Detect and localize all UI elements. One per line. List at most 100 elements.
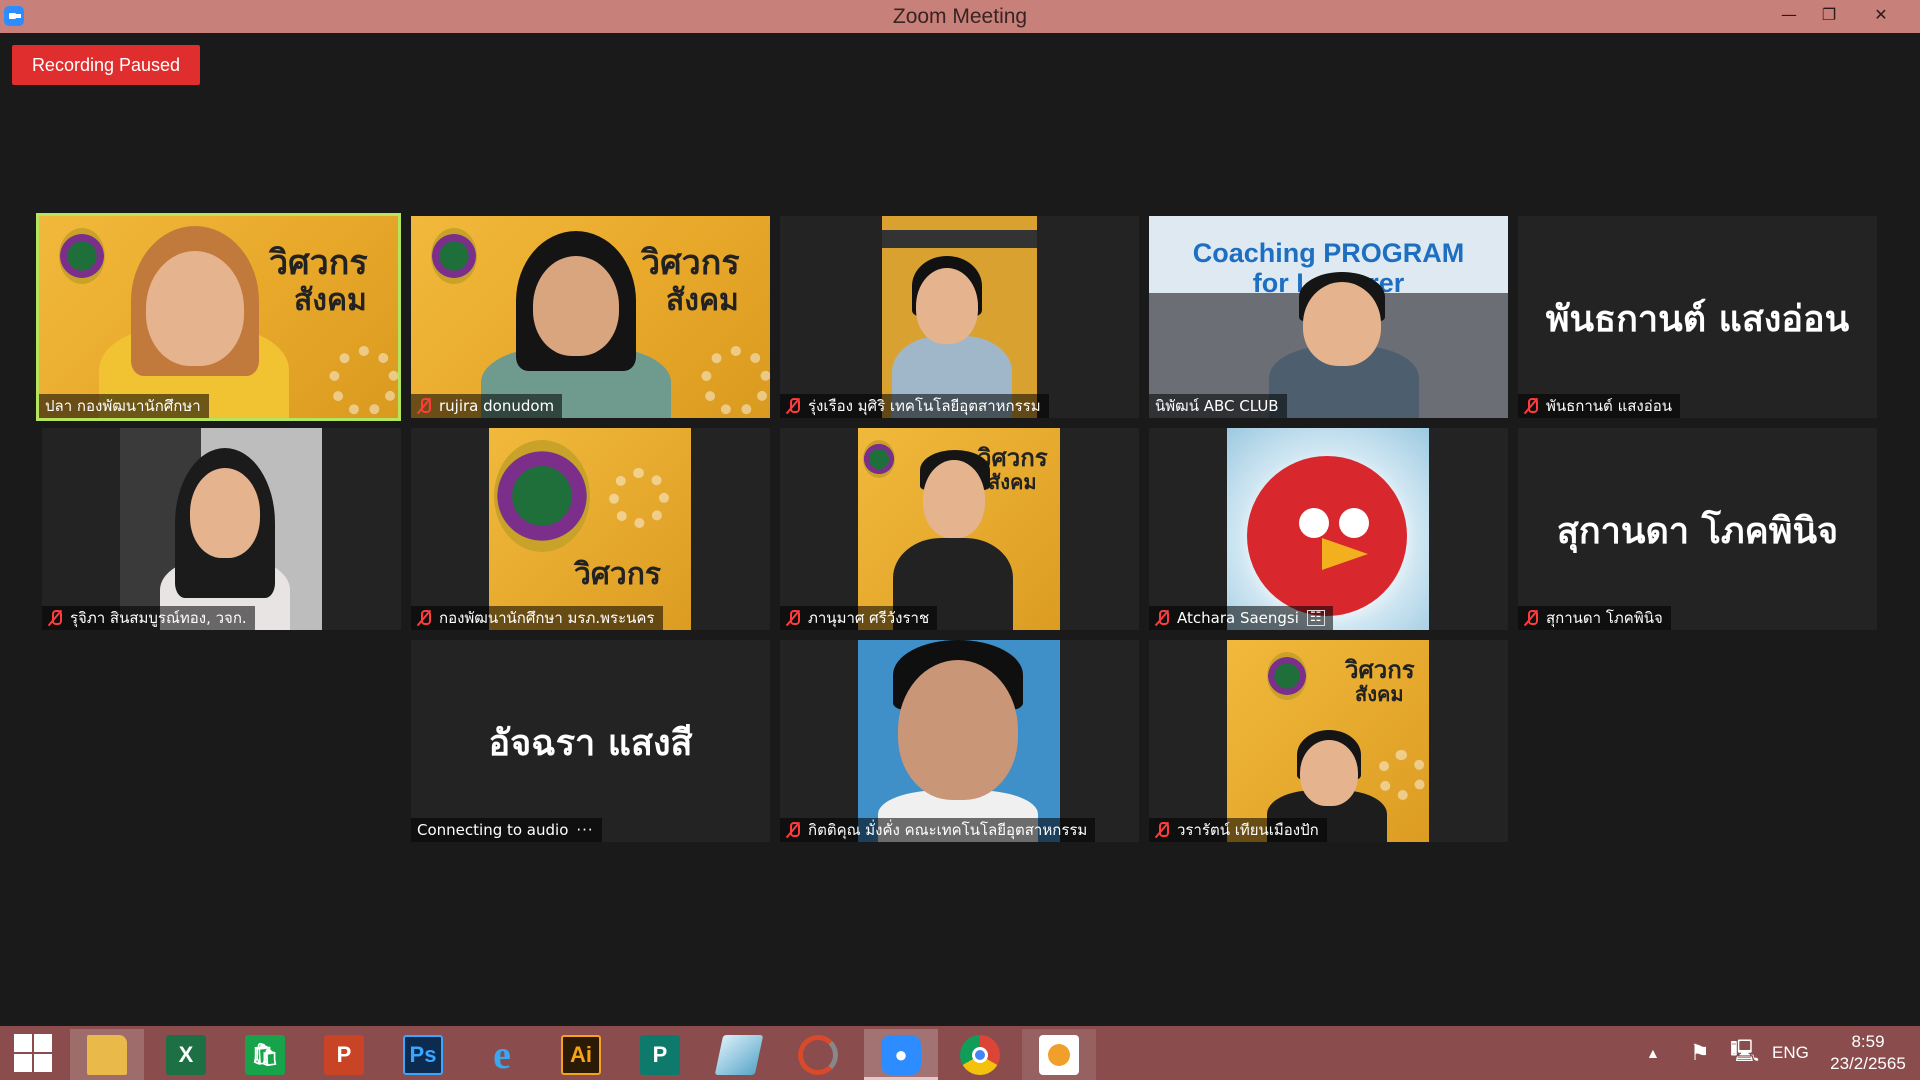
participant-name: กิตติคุณ มั่งคั่ง คณะเทคโนโลยีอุตสาหกรรม (808, 821, 1088, 839)
participant-nametag: กองพัฒนานักศึกษา มรภ.พระนคร (411, 606, 663, 630)
restore-icon[interactable]: ❐ (1806, 0, 1852, 33)
video-tile-5[interactable]: พันธกานต์ แสงอ่อน พันธกานต์ แสงอ่อน (1518, 216, 1877, 418)
video-tile-11[interactable]: อัจฉรา แสงสี Connecting to audio ··· (411, 640, 770, 842)
participant-nametag: ปลา กองพัฒนานักศึกษา (39, 394, 209, 418)
video-tile-2[interactable]: วิศวกร สังคม rujira donudom (411, 216, 770, 418)
taskbar-clock[interactable]: 8:59 23/2/2565 (1818, 1031, 1918, 1075)
brand-line2: สังคม (294, 283, 367, 318)
brand-line1: วิศวกร (269, 243, 368, 283)
zoom-icon: ● (881, 1034, 921, 1075)
hotocape-icon (798, 1034, 838, 1075)
participant-name: Atchara Saengsi (1177, 609, 1299, 627)
university-seal-icon (1267, 652, 1307, 700)
action-center-flag-icon[interactable]: ⚑ (1690, 1026, 1710, 1080)
mic-muted-icon (48, 609, 62, 627)
participant-name: ภานุมาศ ศรีวังราช (808, 609, 930, 627)
taskbar-notes[interactable] (702, 1029, 776, 1080)
mic-muted-icon (786, 821, 800, 839)
brand-line2: สังคม (988, 470, 1037, 494)
close-icon[interactable]: ✕ (1858, 0, 1904, 33)
title-bar: Zoom Meeting — ❐ ✕ (0, 0, 1920, 33)
participant-nametag: rujira donudom (411, 394, 563, 418)
video-tile-8[interactable]: วิศวกร สังคม ภานุมาศ ศรีวังราช (780, 428, 1139, 630)
folder-icon (87, 1034, 127, 1075)
publisher-icon: P (640, 1034, 680, 1075)
university-seal-icon (431, 228, 477, 284)
participant-nametag: Atchara Saengsi ☷ (1149, 606, 1333, 630)
video-tile-7[interactable]: วิศวกร กองพัฒนานักศึกษา มรภ.พระนคร (411, 428, 770, 630)
participant-nametag: สุกานดา โภคพินิจ (1518, 606, 1671, 630)
taskbar-zoom[interactable]: ● (864, 1029, 938, 1080)
video-tile-13[interactable]: วิศวกร สังคม วรารัตน์ เทียนเมืองปัก (1149, 640, 1508, 842)
video-tile-3[interactable]: รุ่งเรือง มุศิริ เทคโนโลยีอุตสาหกรรม (780, 216, 1139, 418)
banner-line1: Coaching PROGRAM (1192, 238, 1465, 268)
windows-start-icon[interactable] (14, 1034, 54, 1074)
taskbar-google-slides[interactable] (1022, 1029, 1096, 1080)
clock-time: 8:59 (1851, 1032, 1885, 1051)
participant-video (120, 428, 322, 630)
show-hidden-icons-icon[interactable]: ▲ (1646, 1026, 1660, 1080)
participant-name: รุจิภา สินสมบูรณ์ทอง, วจก. (70, 609, 247, 627)
chrome-icon (960, 1034, 1000, 1075)
mic-muted-icon (1524, 397, 1538, 415)
taskbar-hotocape[interactable] (781, 1029, 855, 1080)
participant-name: พันธกานต์ แสงอ่อน (1546, 397, 1672, 415)
slides-icon (1039, 1034, 1079, 1075)
taskbar-store[interactable]: 🛍 (228, 1029, 302, 1080)
participant-video (882, 216, 1037, 418)
participant-nametag: รุ่งเรือง มุศิริ เทคโนโลยีอุตสาหกรรม (780, 394, 1049, 418)
gear-icon (329, 346, 398, 416)
more-icon: ··· (576, 821, 594, 839)
mic-muted-icon (417, 397, 431, 415)
video-tile-12[interactable]: กิตติคุณ มั่งคั่ง คณะเทคโนโลยีอุตสาหกรรม (780, 640, 1139, 842)
participant-display-name: สุกานดา โภคพินิจ (1556, 511, 1839, 552)
video-tile-10[interactable]: สุกานดา โภคพินิจ สุกานดา โภคพินิจ (1518, 428, 1877, 630)
taskbar-photoshop[interactable]: Ps (386, 1029, 460, 1080)
illustrator-icon: Ai (561, 1034, 601, 1075)
participant-video (1227, 428, 1429, 630)
taskbar-illustrator[interactable]: Ai (544, 1029, 618, 1080)
university-seal-icon (59, 228, 105, 284)
participant-video: วิศวกร สังคม (1227, 640, 1429, 842)
participant-name: สุกานดา โภคพินิจ (1546, 609, 1663, 627)
participant-nametag: พันธกานต์ แสงอ่อน (1518, 394, 1680, 418)
taskbar-internet-explorer[interactable]: e (465, 1029, 539, 1080)
video-tile-4[interactable]: Coaching PROGRAM for Lecturer นิพัฒน์ AB… (1149, 216, 1508, 418)
participant-nametag: นิพัฒน์ ABC CLUB (1149, 394, 1287, 418)
participant-video: วิศวกร สังคม (858, 428, 1060, 630)
brand-line1: วิศวกร (641, 243, 740, 283)
closed-caption-icon: ☷ (1306, 610, 1325, 626)
connecting-audio-status: Connecting to audio (417, 821, 569, 839)
video-tile-9[interactable]: Atchara Saengsi ☷ (1149, 428, 1508, 630)
powerpoint-icon: P (324, 1034, 364, 1075)
participant-name: นิพัฒน์ ABC CLUB (1155, 397, 1279, 415)
participant-display-name: พันธกานต์ แสงอ่อน (1545, 299, 1850, 340)
video-tile-6[interactable]: รุจิภา สินสมบูรณ์ทอง, วจก. (42, 428, 401, 630)
participant-nametag: กิตติคุณ มั่งคั่ง คณะเทคโนโลยีอุตสาหกรรม (780, 818, 1096, 842)
participant-name: rujira donudom (439, 397, 555, 415)
participant-name: วรารัตน์ เทียนเมืองปัก (1177, 821, 1319, 839)
gear-icon (1377, 750, 1427, 800)
participant-video: วิศวกร (489, 428, 691, 630)
taskbar-powerpoint[interactable]: P (307, 1029, 381, 1080)
video-tile-1[interactable]: วิศวกร สังคม ปลา กองพัฒนานักศึกษา (36, 213, 401, 421)
mic-muted-icon (786, 609, 800, 627)
participant-name: ปลา กองพัฒนานักศึกษา (45, 397, 201, 415)
participant-nametag: ภานุมาศ ศรีวังราช (780, 606, 938, 630)
university-seal-icon (494, 440, 590, 552)
recording-paused-badge[interactable]: Recording Paused (12, 45, 200, 85)
taskbar-excel[interactable]: X (149, 1029, 223, 1080)
taskbar-chrome[interactable] (943, 1029, 1017, 1080)
mic-muted-icon (1524, 609, 1538, 627)
taskbar-publisher[interactable]: P (623, 1029, 697, 1080)
mic-muted-icon (786, 397, 800, 415)
mic-muted-icon (1155, 609, 1169, 627)
participant-name: กองพัฒนานักศึกษา มรภ.พระนคร (439, 609, 655, 627)
taskbar-file-explorer[interactable] (70, 1029, 144, 1080)
university-seal-icon (863, 440, 895, 478)
participant-nametag: วรารัตน์ เทียนเมืองปัก (1149, 818, 1327, 842)
brand-line1: วิศวกร (1345, 656, 1415, 684)
language-indicator[interactable]: ENG (1772, 1026, 1809, 1080)
network-icon[interactable]: 🖳 (1730, 1026, 1759, 1080)
participant-nametag: Connecting to audio ··· (411, 818, 602, 842)
